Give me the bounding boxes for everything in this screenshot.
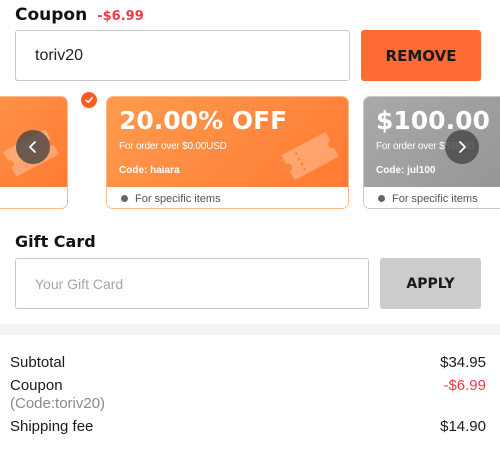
coupon-card-code: Code: jul100 xyxy=(376,165,436,176)
carousel-next-button[interactable] xyxy=(445,130,479,164)
carousel-prev-button[interactable] xyxy=(16,130,50,164)
ticket-icon xyxy=(281,131,339,181)
subtotal-label: Subtotal xyxy=(10,354,66,371)
coupon-card-code: Code: haiara xyxy=(119,165,180,176)
coupon-card-amount: $100.00 xyxy=(376,106,490,135)
coupon-card-footer-text: For specific items xyxy=(135,192,221,205)
subtotal-row: Subtotal $34.95 xyxy=(10,354,486,371)
coupon-card-jul100[interactable]: $100.00 For order over $599.00 Code: jul… xyxy=(363,96,500,209)
coupon-card-footer: For specific items xyxy=(364,187,500,208)
gift-card-title: Gift Card xyxy=(15,232,96,251)
coupon-card-footer-text: For specific items xyxy=(392,192,478,205)
coupon-card-haiara[interactable]: 20.00% OFF For order over $0.00USD Code:… xyxy=(106,96,349,209)
coupon-code-input[interactable] xyxy=(15,30,350,81)
coupon-row: Coupon -$6.99 xyxy=(10,377,486,394)
coupon-carousel: 20.00% OFF For order over $0.00USD Code:… xyxy=(0,96,500,209)
coupon-summary-label: Coupon xyxy=(10,377,63,394)
gift-card-input[interactable] xyxy=(15,258,369,309)
apply-gift-card-button[interactable]: APPLY xyxy=(380,258,481,309)
coupon-card-footer: For specific items xyxy=(107,187,348,208)
shipping-label: Shipping fee xyxy=(10,418,94,435)
coupon-card-amount: 20.00% OFF xyxy=(119,106,288,135)
coupon-card-condition: For order over $0.00USD xyxy=(119,141,227,152)
selected-check-icon xyxy=(80,91,98,109)
remove-coupon-button[interactable]: REMOVE xyxy=(361,30,481,81)
coupon-heading: Coupon -$6.99 xyxy=(15,5,144,25)
section-divider xyxy=(0,324,500,335)
chevron-right-icon xyxy=(459,141,466,153)
chevron-left-icon xyxy=(29,141,36,153)
shipping-value: $14.90 xyxy=(440,418,486,435)
shipping-row: Shipping fee $14.90 xyxy=(10,418,486,435)
info-icon xyxy=(378,195,385,202)
coupon-card-footer xyxy=(0,187,67,208)
coupon-title: Coupon xyxy=(15,5,88,25)
info-icon xyxy=(121,195,128,202)
coupon-summary-code: (Code:toriv20) xyxy=(10,395,106,412)
coupon-discount-amount: -$6.99 xyxy=(97,9,144,24)
subtotal-value: $34.95 xyxy=(440,354,486,371)
coupon-summary-value: -$6.99 xyxy=(443,377,486,394)
